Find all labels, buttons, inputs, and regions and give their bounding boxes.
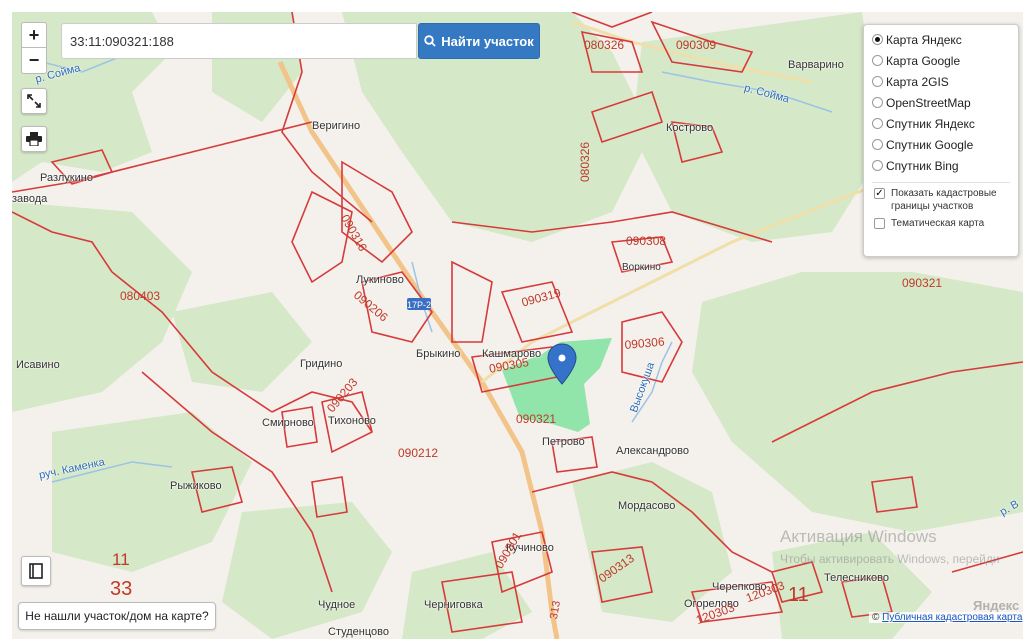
map-label-isavino: Исавино (16, 359, 60, 371)
layer-option-label: Спутник Яндекс (886, 116, 975, 131)
map-label-c080326-side: 080326 (578, 141, 592, 182)
map-label-varvarino: Варварино (788, 59, 844, 71)
radio-button[interactable] (872, 118, 883, 129)
radio-button[interactable] (872, 97, 883, 108)
map-label-c090309: 090309 (676, 38, 717, 52)
map-label-kostrovo: Кострово (666, 122, 714, 134)
map-label-chernigovka: Черниговка (424, 599, 483, 611)
layers-panel: Карта Яндекс Карта Google Карта 2GIS OpenSt… (863, 24, 1019, 257)
layers-divider (872, 182, 1010, 183)
map-label-road-num: 17Р-2 (407, 300, 432, 310)
map-label-veriginoo: Веригино (312, 120, 361, 132)
attribution: © Публичная кадастровая карта (869, 612, 1023, 623)
find-parcel-button[interactable]: Найти участок (418, 23, 540, 59)
layer-option[interactable]: Карта Яндекс (872, 29, 1010, 50)
yandex-logo: Яндекс (973, 598, 1020, 613)
layer-option-label: Карта Google (886, 53, 961, 68)
fullscreen-button[interactable] (21, 88, 47, 114)
map-label-c11: 11 (112, 550, 130, 569)
map-label-chudnoe: Чудное (318, 599, 356, 611)
map-label-telesnikovo: Телесниково (824, 572, 890, 584)
map-label-c090212: 090212 (398, 446, 439, 460)
overlay-option[interactable]: Тематическая карта (872, 217, 1010, 230)
map-label-vorkino: Воркино (622, 262, 661, 273)
layer-option[interactable]: Спутник Bing (872, 155, 1010, 176)
map-label-razlukino: Разлукино (40, 172, 93, 184)
checkbox[interactable] (874, 218, 885, 229)
map-label-c080326-top: 080326 (584, 38, 625, 52)
map-label-c090321-center: 090321 (516, 412, 557, 426)
layer-option[interactable]: Спутник Google (872, 134, 1010, 155)
map-label-c080403: 080403 (120, 289, 161, 303)
map-label-c090308: 090308 (626, 234, 667, 248)
map-label-tikhonovo: Тихоново (328, 415, 376, 427)
attribution-prefix: © (872, 612, 880, 623)
legend-button[interactable] (21, 556, 51, 586)
overlay-option[interactable]: ✓ Показать кадастровые границы участков (872, 187, 1010, 213)
layer-option-label: Карта Яндекс (886, 32, 962, 47)
not-found-button[interactable]: Не нашли участок/дом на карте? (18, 602, 216, 630)
attribution-link[interactable]: Публичная кадастровая карта (882, 612, 1022, 623)
find-parcel-label: Найти участок (441, 33, 534, 49)
map-label-mordasovo: Мордасово (618, 500, 676, 512)
map-label-brykino: Брыкино (416, 348, 461, 360)
map-label-studencovo: Студенцово (328, 626, 389, 638)
layer-option-label: OpenStreetMap (886, 95, 971, 110)
zoom-out-button[interactable]: − (21, 48, 47, 74)
search-icon (424, 35, 436, 47)
radio-button[interactable] (872, 76, 883, 87)
map-label-gridino: Гридино (300, 358, 343, 370)
map-label-c11b: 11 (788, 584, 809, 606)
book-icon (29, 563, 43, 579)
cadastral-number-input[interactable] (61, 23, 417, 59)
layer-option[interactable]: Спутник Яндекс (872, 113, 1010, 134)
overlay-option-label: Показать кадастровые границы участков (891, 188, 997, 212)
layer-option[interactable]: Карта 2GIS (872, 71, 1010, 92)
radio-button[interactable] (872, 139, 883, 150)
map-label-lukinovo: Лукиново (356, 274, 404, 286)
map-label-zavoda: завода (12, 193, 48, 205)
layer-option-label: Спутник Bing (886, 158, 959, 173)
printer-icon (26, 132, 42, 146)
map-label-petrovo: Петрово (542, 436, 585, 448)
zoom-in-button[interactable]: + (21, 22, 47, 48)
layer-option-label: Карта 2GIS (886, 74, 949, 89)
map-label-ryzhikovo: Рыжиково (170, 480, 222, 492)
fullscreen-icon (27, 94, 41, 108)
windows-activation-title: Активация Windows (780, 527, 937, 546)
layer-option-label: Спутник Google (886, 137, 974, 152)
checkbox[interactable]: ✓ (874, 188, 885, 199)
windows-activation-subtitle: Чтобы активировать Windows, перейди (780, 552, 1000, 566)
layer-option[interactable]: OpenStreetMap (872, 92, 1010, 113)
map-label-smirnovo: Смирново (262, 417, 314, 429)
map-label-c33: 33 (110, 578, 133, 600)
radio-button[interactable] (872, 160, 883, 171)
layer-option[interactable]: Карта Google (872, 50, 1010, 71)
zoom-controls: + − (21, 22, 47, 74)
map-label-aleksandrovo: Александрово (616, 445, 689, 457)
print-button[interactable] (21, 126, 47, 152)
map-label-c090321-right: 090321 (902, 276, 943, 290)
radio-button[interactable] (872, 55, 883, 66)
overlay-option-label: Тематическая карта (891, 218, 985, 229)
radio-button[interactable] (872, 34, 883, 45)
